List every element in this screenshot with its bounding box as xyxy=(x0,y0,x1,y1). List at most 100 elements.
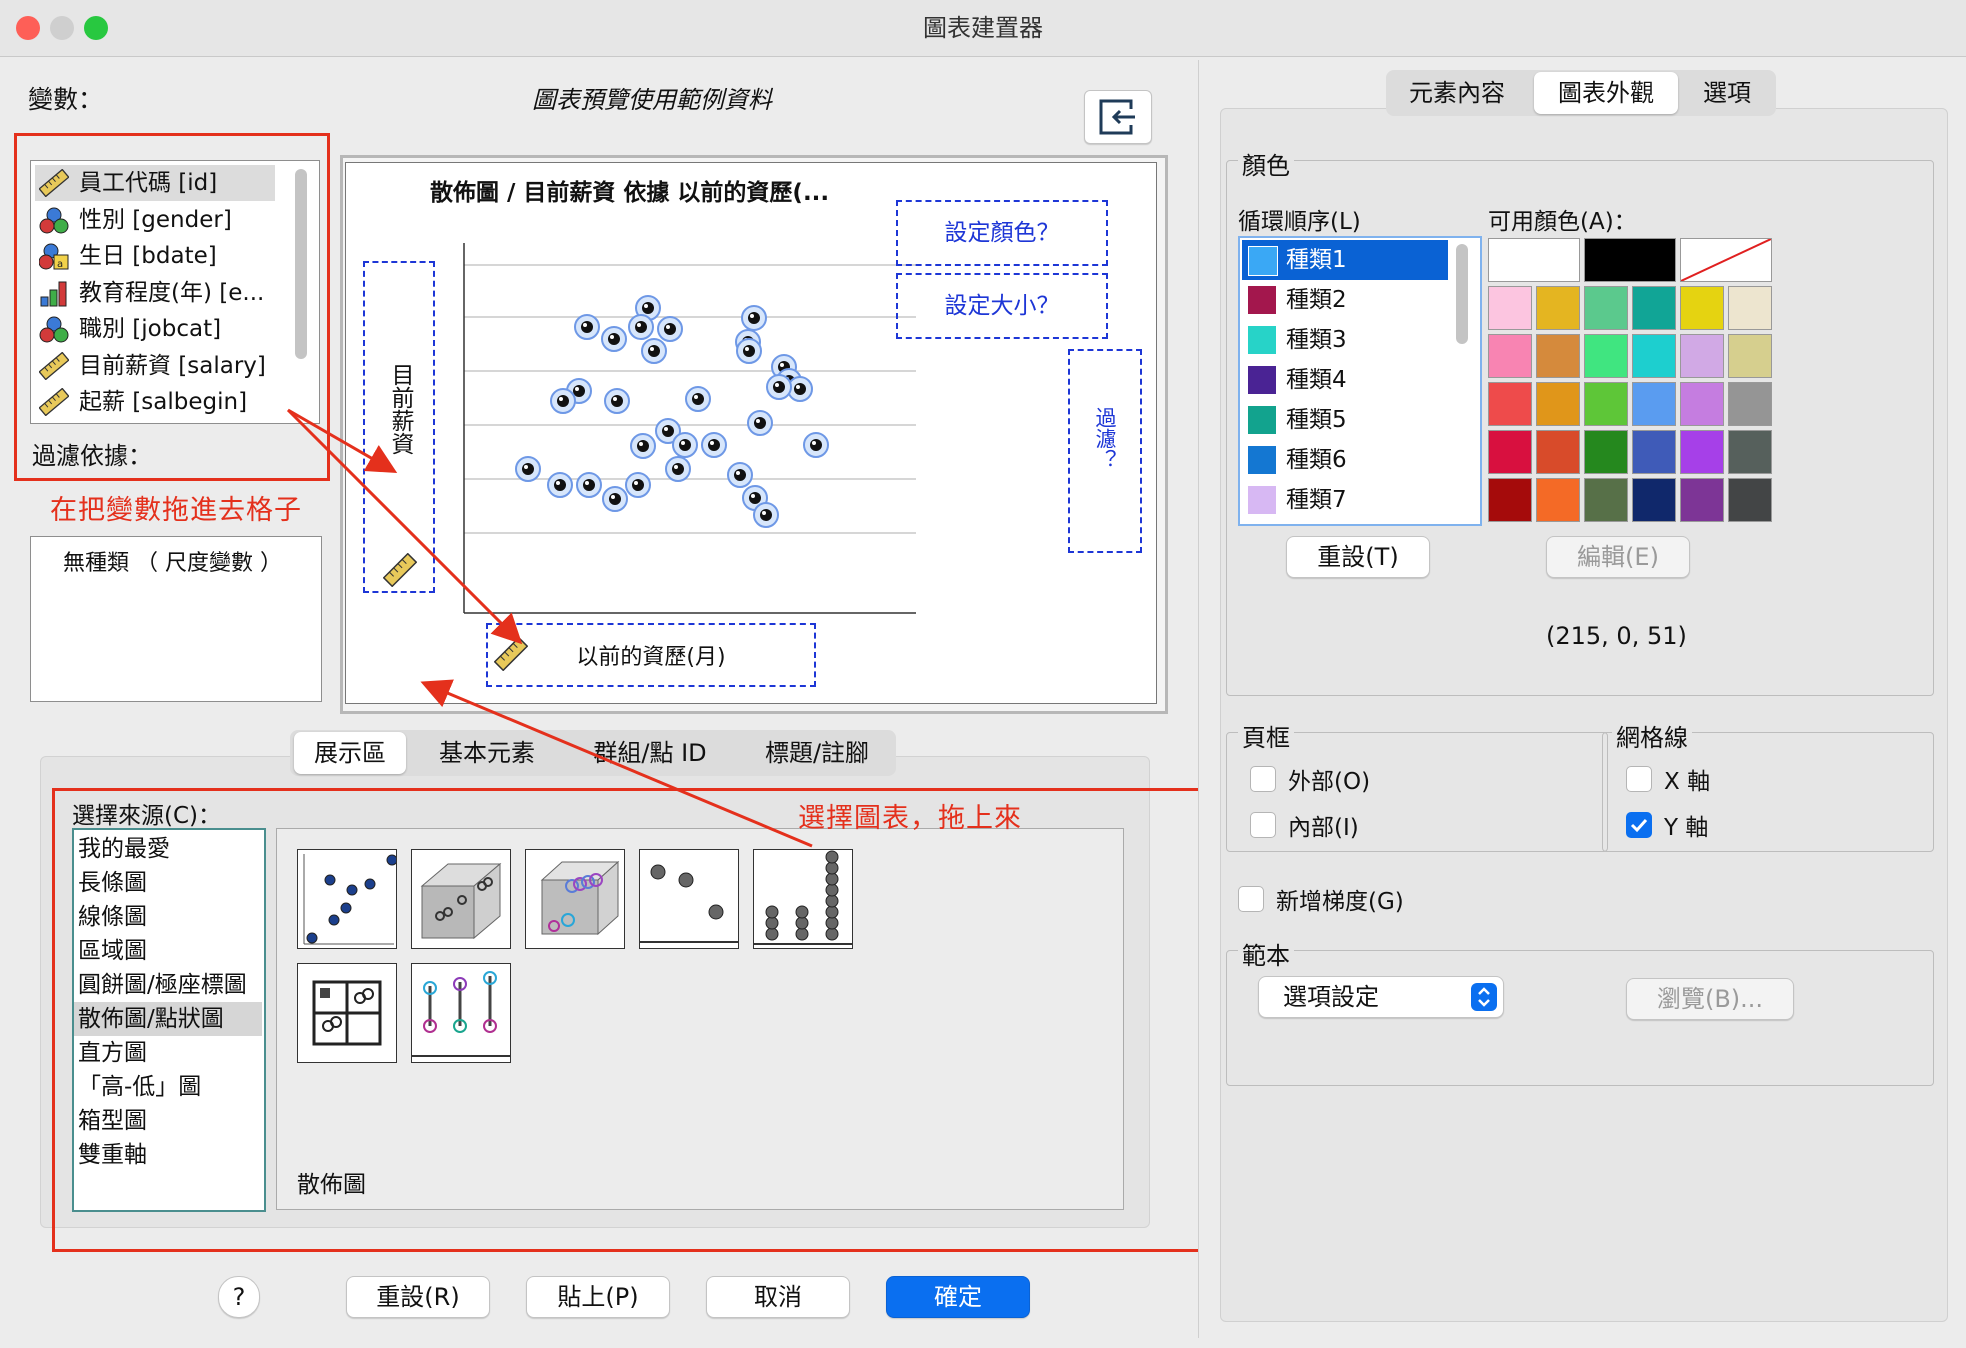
add-gradient-label: 新增梯度(G) xyxy=(1276,889,1404,915)
tab-titles-footnotes[interactable]: 標題/註腳 xyxy=(742,732,892,774)
frame-group-label: 頁框 xyxy=(1238,718,1294,753)
palette-swatch[interactable] xyxy=(1536,478,1580,522)
chevron-updown-icon xyxy=(1471,983,1497,1011)
category-label: 種類4 xyxy=(1286,367,1347,393)
sample-point xyxy=(741,305,767,331)
set-size-dropzone[interactable]: 設定大小？ xyxy=(896,273,1108,339)
palette-swatch[interactable] xyxy=(1728,478,1772,522)
palette-swatch[interactable] xyxy=(1632,382,1676,426)
palette-swatch[interactable] xyxy=(1584,238,1676,282)
grid-y-checkbox[interactable] xyxy=(1626,812,1652,838)
cycle-order-item[interactable]: 種類5 xyxy=(1242,400,1448,440)
palette-swatch[interactable] xyxy=(1584,382,1628,426)
palette-swatch[interactable] xyxy=(1536,382,1580,426)
reset-colors-button[interactable]: 重設(T) xyxy=(1286,536,1430,578)
ok-button[interactable]: 確定 xyxy=(886,1276,1030,1318)
palette-swatch[interactable] xyxy=(1584,478,1628,522)
annotation-choose-text: 選擇圖表，拖上來 xyxy=(798,803,1022,834)
sample-point xyxy=(547,472,573,498)
color-palette[interactable] xyxy=(1488,238,1778,524)
frame-outer-checkbox[interactable] xyxy=(1250,766,1276,792)
filter-dropzone[interactable]: 過濾？ xyxy=(1068,349,1142,553)
cycle-list-scrollbar[interactable] xyxy=(1456,244,1468,344)
cycle-order-list[interactable]: 種類1 種類2 種類3 種類4 種類5 種類6 種類7 xyxy=(1238,236,1482,526)
tab-gallery[interactable]: 展示區 xyxy=(294,732,406,774)
cycle-order-item[interactable]: 種類1 xyxy=(1242,240,1448,280)
palette-swatch[interactable] xyxy=(1584,286,1628,330)
sample-point xyxy=(601,326,627,352)
tab-basic-elements[interactable]: 基本元素 xyxy=(416,732,558,774)
palette-swatch[interactable] xyxy=(1536,334,1580,378)
variables-label: 變數： xyxy=(28,85,104,114)
move-to-right-button[interactable] xyxy=(1084,90,1152,144)
cycle-order-item[interactable]: 種類3 xyxy=(1242,320,1448,360)
palette-swatch[interactable] xyxy=(1536,430,1580,474)
y-axis-label: 目前薪資 xyxy=(387,363,413,455)
y-axis-dropzone[interactable]: 目前薪資 xyxy=(363,261,435,593)
palette-swatch[interactable] xyxy=(1632,286,1676,330)
palette-swatch[interactable] xyxy=(1632,478,1676,522)
palette-swatch[interactable] xyxy=(1632,334,1676,378)
grid-x-checkbox[interactable] xyxy=(1626,766,1652,792)
no-color-icon xyxy=(1680,238,1772,282)
preview-caption: 圖表預覽使用範例資料 xyxy=(532,86,772,114)
cycle-order-item[interactable]: 種類4 xyxy=(1242,360,1448,400)
filter-list[interactable]: 無種類 （ 尺度變數 ） xyxy=(30,536,322,702)
palette-swatch[interactable] xyxy=(1488,286,1532,330)
x-axis-dropzone[interactable]: 以前的資歷(月) xyxy=(486,623,816,687)
tab-options[interactable]: 選項 xyxy=(1684,72,1770,114)
palette-swatch[interactable] xyxy=(1488,334,1532,378)
tab-chart-appearance[interactable]: 圖表外觀 xyxy=(1534,72,1678,114)
palette-swatch[interactable] xyxy=(1728,430,1772,474)
filter-value: 無種類 （ 尺度變數 ） xyxy=(63,551,282,576)
cycle-order-label: 循環順序(L) xyxy=(1238,209,1361,235)
browse-button[interactable]: 瀏覽(B)... xyxy=(1626,978,1794,1020)
cycle-order-item[interactable]: 種類7 xyxy=(1242,480,1448,520)
paste-button[interactable]: 貼上(P) xyxy=(526,1276,670,1318)
palette-swatch[interactable] xyxy=(1680,382,1724,426)
reset-button[interactable]: 重設(R) xyxy=(346,1276,490,1318)
palette-swatch[interactable] xyxy=(1680,334,1724,378)
help-button[interactable]: ? xyxy=(218,1276,260,1318)
filter-zone-label: 過濾？ xyxy=(1093,407,1117,470)
palette-swatch[interactable] xyxy=(1488,430,1532,474)
palette-swatch[interactable] xyxy=(1632,430,1676,474)
sample-point xyxy=(701,432,727,458)
category-label: 種類7 xyxy=(1286,487,1347,513)
sample-point xyxy=(665,456,691,482)
tab-element-properties[interactable]: 元素內容 xyxy=(1392,72,1522,114)
set-color-dropzone[interactable]: 設定顏色？ xyxy=(896,200,1108,266)
palette-swatch[interactable] xyxy=(1680,286,1724,330)
palette-swatch[interactable] xyxy=(1488,238,1580,282)
palette-swatch[interactable] xyxy=(1536,286,1580,330)
frame-inner-checkbox[interactable] xyxy=(1250,812,1276,838)
palette-swatch[interactable] xyxy=(1584,430,1628,474)
sample-point xyxy=(736,338,762,364)
palette-swatch[interactable] xyxy=(1488,478,1532,522)
annotation-variables-box xyxy=(14,133,330,481)
sample-point xyxy=(625,472,651,498)
template-select[interactable]: 選項設定 xyxy=(1258,976,1504,1018)
color-swatch xyxy=(1248,366,1276,394)
edit-color-button[interactable]: 編輯(E) xyxy=(1546,536,1690,578)
palette-swatch[interactable] xyxy=(1584,334,1628,378)
color-swatch xyxy=(1248,326,1276,354)
color-swatch xyxy=(1248,406,1276,434)
x-axis-label: 以前的資歷(月) xyxy=(576,645,726,670)
palette-swatch[interactable] xyxy=(1728,334,1772,378)
cycle-order-item[interactable]: 種類2 xyxy=(1242,280,1448,320)
palette-swatch[interactable] xyxy=(1728,382,1772,426)
chart-canvas[interactable]: 散佈圖 / 目前薪資 依據 以前的資歷(... 目前薪資 設定顏色？ 設定大小？… xyxy=(345,162,1157,704)
palette-swatch[interactable] xyxy=(1488,382,1532,426)
cycle-order-item[interactable]: 種類6 xyxy=(1242,440,1448,480)
tab-groups-point-id[interactable]: 群組/點 ID xyxy=(572,732,728,774)
template-group-label: 範本 xyxy=(1238,936,1294,971)
cancel-button[interactable]: 取消 xyxy=(706,1276,850,1318)
add-gradient-checkbox[interactable] xyxy=(1238,886,1264,912)
palette-swatch[interactable] xyxy=(1680,430,1724,474)
palette-swatch[interactable] xyxy=(1680,478,1724,522)
palette-swatch[interactable] xyxy=(1728,286,1772,330)
sample-point xyxy=(685,386,711,412)
available-colors-label: 可用顏色(A)： xyxy=(1488,209,1637,235)
palette-swatch[interactable] xyxy=(1680,238,1772,282)
